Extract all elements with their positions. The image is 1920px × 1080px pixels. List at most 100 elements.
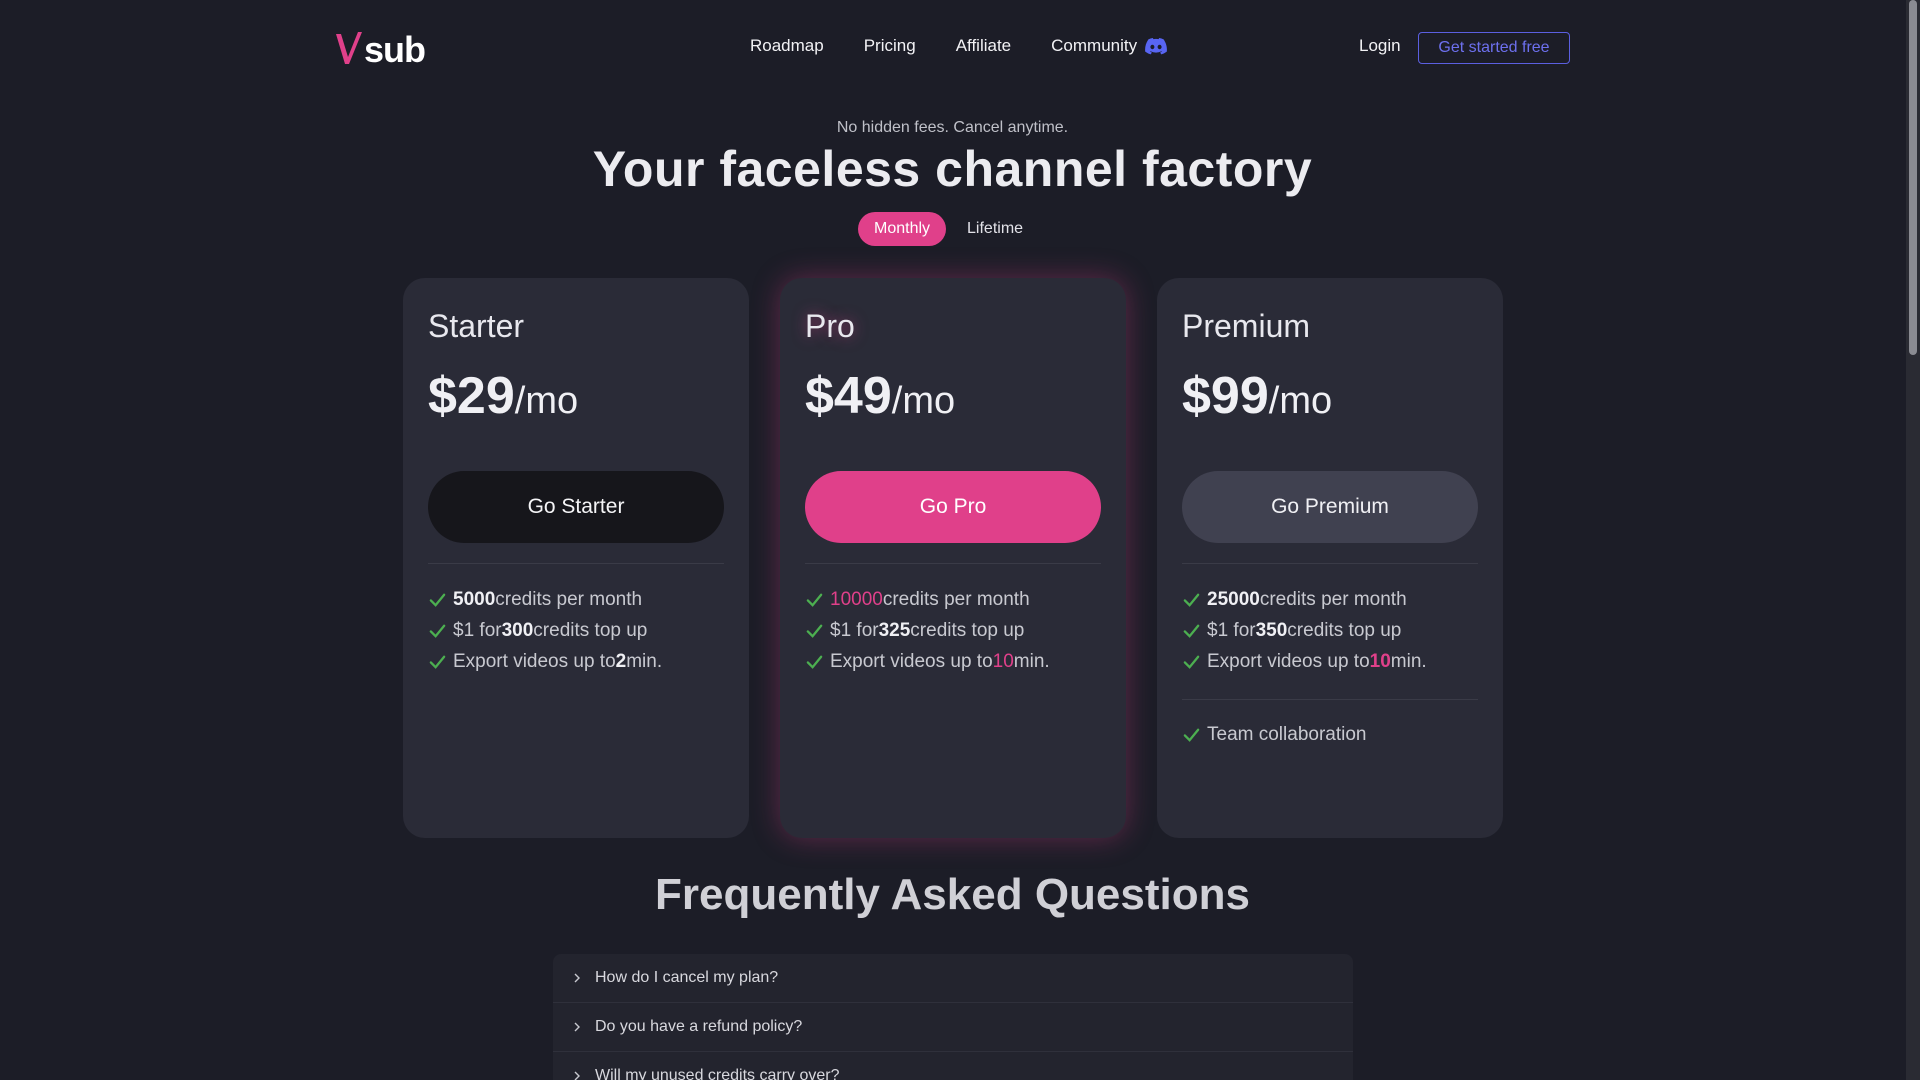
plan-price: $99 /mo: [1182, 366, 1332, 426]
billing-toggle: Monthly Lifetime: [858, 212, 1023, 246]
go-starter-button[interactable]: Go Starter: [428, 471, 724, 543]
feature-item: 5000 credits per month: [428, 584, 662, 615]
plan-card-starter: Starter $29 /mo Go Starter 5000 credits …: [403, 278, 749, 838]
toggle-monthly[interactable]: Monthly: [858, 212, 947, 246]
feature-prefix: $1 for: [1207, 619, 1256, 641]
feature-item: $1 for 350 credits top up: [1182, 615, 1427, 646]
nav-affiliate[interactable]: Affiliate: [956, 36, 1011, 56]
hero-tagline: No hidden fees. Cancel anytime.: [836, 119, 1069, 136]
check-icon: [1183, 728, 1200, 742]
plan-card-pro: Pro $49 /mo Go Pro 10000 credits per mon…: [780, 278, 1126, 838]
feature-text: Team collaboration: [1207, 723, 1367, 745]
nav-roadmap[interactable]: Roadmap: [750, 36, 824, 56]
feature-prefix: Export videos up to: [453, 650, 616, 672]
divider: [428, 563, 724, 564]
chevron-right-icon: [574, 973, 580, 983]
feature-value: 5000: [453, 588, 496, 610]
nav-pricing[interactable]: Pricing: [864, 36, 916, 56]
faq-title: Frequently Asked Questions: [655, 870, 1250, 919]
faq-question: Will my unused credits carry over?: [595, 1067, 840, 1080]
nav-community-label: Community: [1051, 36, 1138, 55]
price-period: /mo: [514, 380, 579, 422]
faq-question: How do I cancel my plan?: [595, 969, 779, 986]
feature-item: 25000 credits per month: [1182, 584, 1427, 615]
hero-headline: Your faceless channel factory: [592, 141, 1313, 197]
feature-item: Export videos up to 10 min.: [1182, 646, 1427, 677]
plan-price: $49 /mo: [805, 366, 955, 426]
divider: [1182, 563, 1478, 564]
feature-text: credits per month: [1259, 588, 1407, 610]
logo[interactable]: sub: [334, 28, 426, 70]
feature-text: credits top up: [533, 619, 648, 641]
divider: [805, 563, 1101, 564]
feature-prefix: $1 for: [453, 619, 502, 641]
faq-item[interactable]: Will my unused credits carry over?: [553, 1052, 1353, 1080]
feature-text: credits per month: [882, 588, 1030, 610]
login-link[interactable]: Login: [1359, 36, 1401, 56]
price-amount: $99: [1182, 367, 1269, 425]
feature-list: 25000 credits per month $1 for 350 credi…: [1182, 584, 1427, 677]
price-amount: $49: [805, 367, 892, 425]
feature-value: 10: [992, 650, 1014, 672]
feature-prefix: Export videos up to: [830, 650, 993, 672]
plan-card-premium: Premium $99 /mo Go Premium 25000 credits…: [1157, 278, 1503, 838]
main-nav: Roadmap Pricing Affiliate Community: [750, 36, 1168, 56]
check-icon: [429, 593, 446, 607]
plan-price: $29 /mo: [428, 366, 578, 426]
page-scrollbar[interactable]: [1906, 0, 1920, 1080]
feature-value: 2: [615, 650, 627, 672]
faq-question: Do you have a refund policy?: [595, 1018, 803, 1035]
feature-item: Export videos up to 2 min.: [428, 646, 662, 677]
price-period: /mo: [1268, 380, 1333, 422]
feature-item: 10000 credits per month: [805, 584, 1050, 615]
feature-list: 10000 credits per month $1 for 325 credi…: [805, 584, 1050, 677]
feature-value: 300: [501, 619, 534, 641]
feature-text: credits top up: [910, 619, 1025, 641]
extra-feature-list: Team collaboration: [1182, 719, 1366, 750]
faq-list: How do I cancel my plan? Do you have a r…: [553, 954, 1353, 1080]
scrollbar-thumb[interactable]: [1909, 0, 1917, 355]
feature-item: Export videos up to 10 min.: [805, 646, 1050, 677]
feature-item: Team collaboration: [1182, 719, 1366, 750]
go-premium-button[interactable]: Go Premium: [1182, 471, 1478, 543]
toggle-lifetime[interactable]: Lifetime: [967, 220, 1023, 238]
faq-item[interactable]: Do you have a refund policy?: [553, 1003, 1353, 1052]
check-icon: [1183, 655, 1200, 669]
check-icon: [1183, 624, 1200, 638]
plan-name: Pro: [805, 308, 855, 344]
feature-text: min.: [1013, 650, 1050, 672]
feature-value: 325: [878, 619, 911, 641]
feature-value: 10: [1369, 650, 1391, 672]
feature-text: credits top up: [1287, 619, 1402, 641]
feature-prefix: $1 for: [830, 619, 879, 641]
discord-icon: [1145, 37, 1168, 54]
feature-list: 5000 credits per month $1 for 300 credit…: [428, 584, 662, 677]
feature-value: 25000: [1207, 588, 1260, 610]
logo-text: sub: [364, 29, 426, 70]
feature-text: min.: [1390, 650, 1427, 672]
feature-text: min.: [626, 650, 663, 672]
feature-value: 10000: [830, 588, 883, 610]
price-period: /mo: [891, 380, 956, 422]
feature-item: $1 for 300 credits top up: [428, 615, 662, 646]
feature-prefix: Export videos up to: [1207, 650, 1370, 672]
plan-name: Premium: [1182, 308, 1311, 344]
feature-text: credits per month: [495, 588, 643, 610]
logo-v-mark: [336, 32, 362, 64]
faq-item[interactable]: How do I cancel my plan?: [553, 954, 1353, 1003]
price-amount: $29: [428, 367, 515, 425]
chevron-right-icon: [574, 1071, 580, 1080]
check-icon: [806, 624, 823, 638]
check-icon: [429, 624, 446, 638]
nav-community[interactable]: Community: [1051, 36, 1168, 56]
check-icon: [429, 655, 446, 669]
check-icon: [1183, 593, 1200, 607]
divider: [1182, 699, 1478, 700]
check-icon: [806, 593, 823, 607]
chevron-right-icon: [574, 1022, 580, 1032]
feature-value: 350: [1255, 619, 1288, 641]
go-pro-button[interactable]: Go Pro: [805, 471, 1101, 543]
plan-name: Starter: [428, 308, 525, 344]
get-started-button[interactable]: Get started free: [1418, 32, 1570, 64]
feature-item: $1 for 325 credits top up: [805, 615, 1050, 646]
